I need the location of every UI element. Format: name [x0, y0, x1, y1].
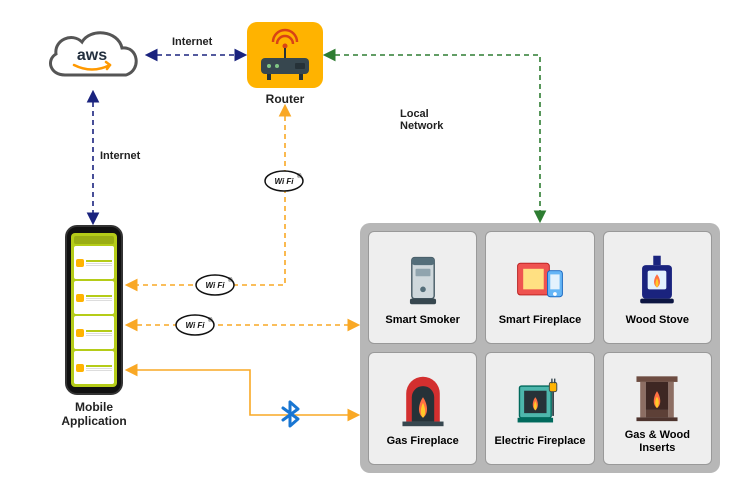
device-label: Smart Fireplace: [499, 314, 582, 327]
device-smart-smoker: Smart Smoker: [368, 231, 477, 344]
svg-text:Wi Fi: Wi Fi: [185, 321, 205, 330]
wifi-badge-phone-router: Wi Fi ®: [195, 274, 235, 296]
edge-label-router-devices: Local Network: [400, 108, 443, 132]
device-label: Gas Fireplace: [387, 435, 459, 448]
phone-node: [65, 225, 123, 395]
aws-cloud-node: aws: [40, 20, 145, 90]
edge-phone-devices-2: [128, 370, 357, 415]
router-icon: [255, 28, 315, 82]
edge-label-aws-router: Internet: [172, 36, 212, 48]
edge-router-devices: [326, 55, 540, 220]
gas-wood-inserts-icon: [627, 365, 687, 425]
smart-fireplace-icon: [510, 250, 570, 310]
edge-router-phone: [128, 107, 285, 285]
phone-list-item: [74, 281, 114, 314]
phone-list-item: [74, 351, 114, 384]
aws-cloud-icon: aws: [40, 20, 145, 90]
svg-text:®: ®: [228, 277, 233, 284]
router-node: [247, 22, 323, 88]
smart-smoker-icon: [393, 250, 453, 310]
phone-list-item: [74, 246, 114, 279]
wifi-icon: Wi Fi ®: [264, 170, 304, 192]
bluetooth-icon: [276, 400, 304, 428]
wood-stove-icon: [627, 250, 687, 310]
device-label: Electric Fireplace: [494, 435, 585, 448]
phone-label: Mobile Application: [50, 400, 138, 428]
bluetooth-badge: [276, 400, 304, 428]
device-electric-fireplace: Electric Fireplace: [485, 352, 594, 465]
device-label: Gas & Wood Inserts: [608, 429, 707, 454]
devices-group: Smart Smoker Smart Fireplace Wood: [360, 223, 720, 473]
aws-text: aws: [77, 47, 107, 64]
device-gas-wood-inserts: Gas & Wood Inserts: [603, 352, 712, 465]
phone-screen: [71, 233, 117, 387]
electric-fireplace-icon: [510, 371, 570, 431]
wifi-icon: Wi Fi ®: [175, 314, 215, 336]
svg-text:®: ®: [208, 317, 213, 324]
svg-text:Wi Fi: Wi Fi: [274, 177, 294, 186]
phone-statusbar: [74, 236, 114, 244]
wifi-badge-phone-devices: Wi Fi ®: [175, 314, 215, 336]
device-gas-fireplace: Gas Fireplace: [368, 352, 477, 465]
edge-label-aws-phone: Internet: [100, 150, 140, 162]
wifi-icon: Wi Fi ®: [195, 274, 235, 296]
router-label: Router: [247, 92, 323, 106]
device-label: Wood Stove: [626, 314, 689, 327]
svg-text:®: ®: [297, 173, 302, 180]
svg-text:Wi Fi: Wi Fi: [205, 281, 225, 290]
device-wood-stove: Wood Stove: [603, 231, 712, 344]
device-smart-fireplace: Smart Fireplace: [485, 231, 594, 344]
device-label: Smart Smoker: [385, 314, 460, 327]
gas-fireplace-icon: [393, 371, 453, 431]
phone-list-item: [74, 316, 114, 349]
wifi-badge-router-phone: Wi Fi ®: [264, 170, 304, 192]
